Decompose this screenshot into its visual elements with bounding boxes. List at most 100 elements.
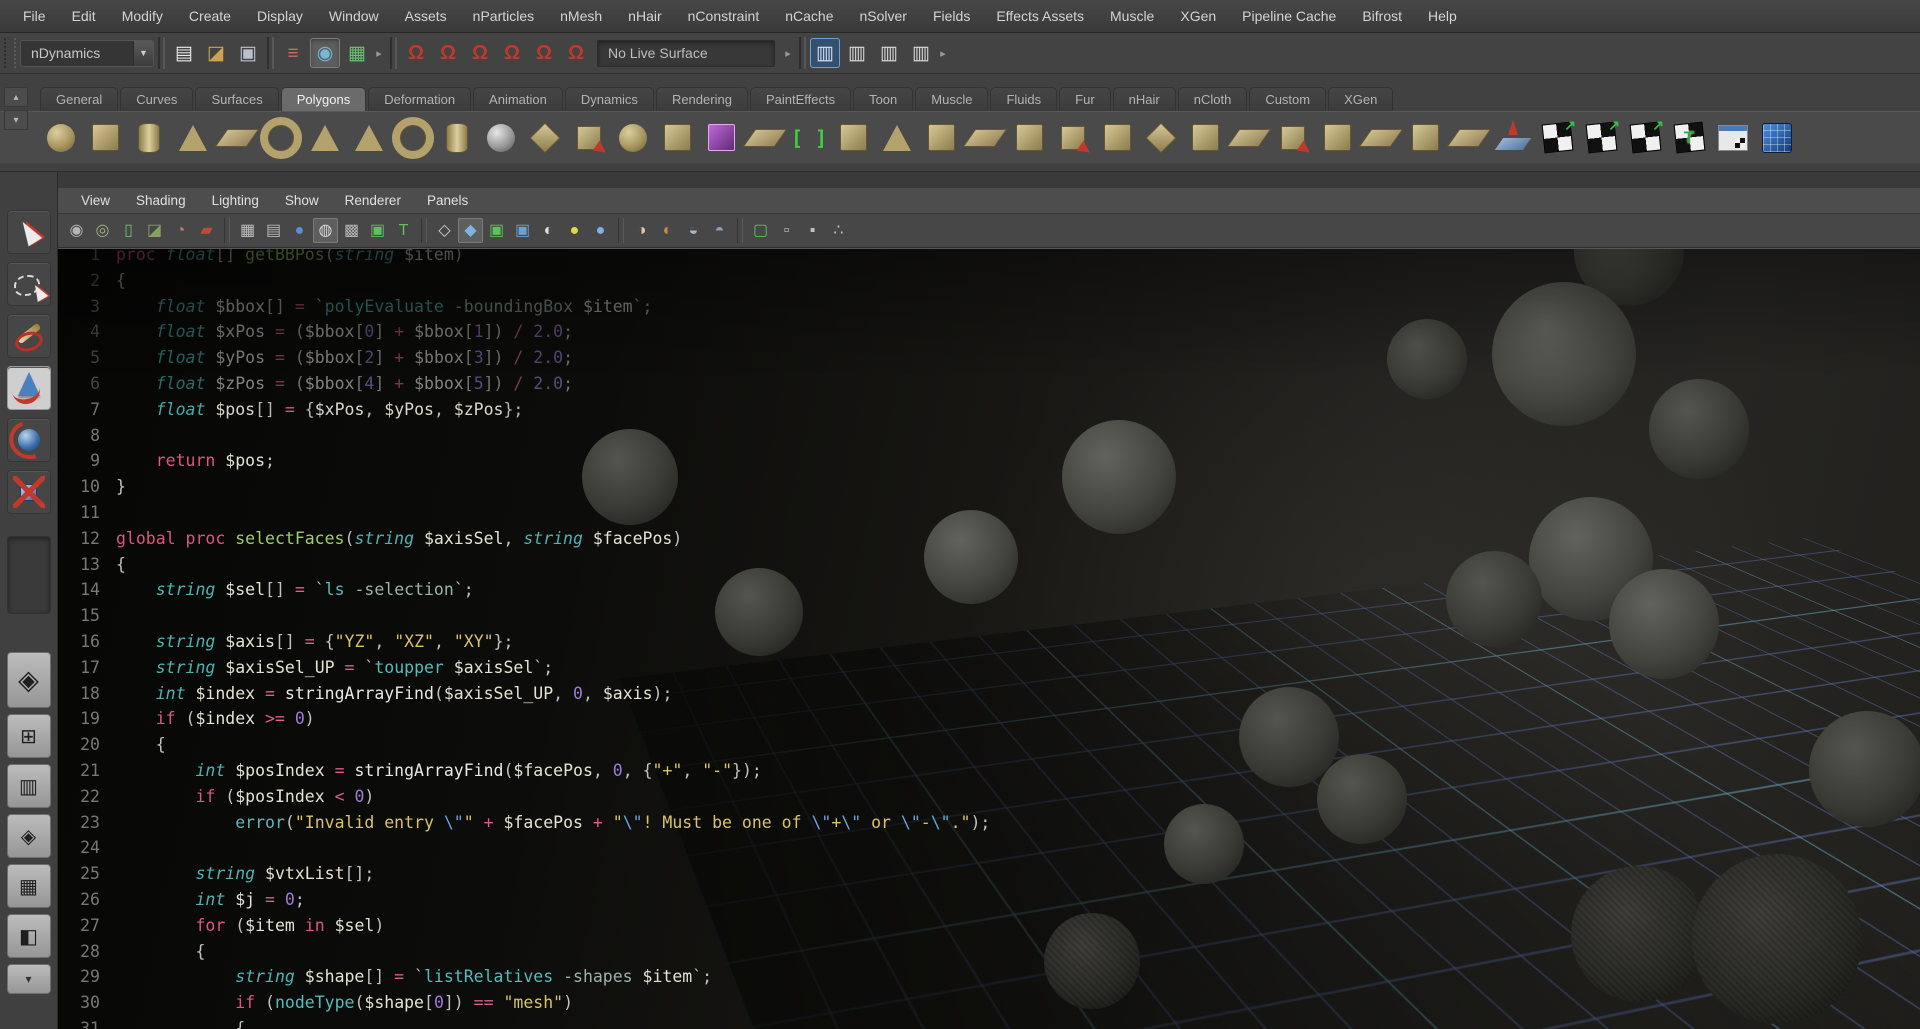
safe-action-icon[interactable]: ▣ bbox=[365, 218, 390, 243]
poly-pipe-icon[interactable] bbox=[392, 117, 434, 159]
menu-display[interactable]: Display bbox=[244, 0, 316, 32]
append-to-polygon-icon[interactable] bbox=[964, 117, 1006, 159]
gate-mask-icon[interactable]: ◍ bbox=[313, 218, 338, 243]
shadows-icon[interactable]: ◒ bbox=[681, 218, 706, 243]
expand-arrow-icon[interactable] bbox=[372, 47, 386, 60]
menu-nmesh[interactable]: nMesh bbox=[547, 0, 615, 32]
spherical-mapping-icon[interactable] bbox=[1624, 117, 1666, 159]
bookmarks-icon[interactable]: ▯ bbox=[116, 218, 141, 243]
chevron-down-icon[interactable] bbox=[133, 41, 153, 66]
panel-menu-panels[interactable]: Panels bbox=[414, 193, 481, 208]
multi-cut-icon[interactable] bbox=[788, 117, 830, 159]
menu-fields[interactable]: Fields bbox=[920, 0, 983, 32]
menu-nconstraint[interactable]: nConstraint bbox=[675, 0, 773, 32]
poly-cube-icon[interactable] bbox=[84, 117, 126, 159]
viewport[interactable]: 1proc float[] getBBPos(string $item)2{3 … bbox=[58, 248, 1920, 1029]
poly-soccer-ball-icon[interactable] bbox=[480, 117, 522, 159]
grease-pencil-icon[interactable]: ▰ bbox=[194, 218, 219, 243]
planar-mapping-icon[interactable] bbox=[1492, 117, 1534, 159]
menu-window[interactable]: Window bbox=[316, 0, 392, 32]
camera-attributes-icon[interactable]: ◎ bbox=[90, 218, 115, 243]
menu-xgen[interactable]: XGen bbox=[1167, 0, 1229, 32]
uv-snapshot-icon[interactable] bbox=[1668, 117, 1710, 159]
combine-icon[interactable] bbox=[656, 117, 698, 159]
tab-curves[interactable]: Curves bbox=[120, 87, 193, 111]
quad-draw-icon[interactable] bbox=[1096, 117, 1138, 159]
triangulate-icon[interactable] bbox=[1360, 117, 1402, 159]
bounding-box-display-icon[interactable]: ▣ bbox=[484, 218, 509, 243]
select-object-icon[interactable]: ◉ bbox=[310, 38, 340, 68]
spin-edge-icon[interactable] bbox=[1448, 117, 1490, 159]
rotate-tool[interactable] bbox=[7, 418, 51, 462]
poly-platonic-icon[interactable] bbox=[524, 117, 566, 159]
reduce-icon[interactable] bbox=[1228, 117, 1270, 159]
wedge-icon[interactable] bbox=[876, 117, 918, 159]
menu-nparticles[interactable]: nParticles bbox=[460, 0, 547, 32]
select-component-icon[interactable]: ▦ bbox=[342, 38, 372, 68]
tab-toon[interactable]: Toon bbox=[853, 87, 913, 111]
move-tool[interactable] bbox=[7, 366, 51, 410]
uv-texture-editor-icon[interactable] bbox=[1712, 117, 1754, 159]
poly-pyramid-icon[interactable] bbox=[348, 117, 390, 159]
field-chart-icon[interactable]: ▩ bbox=[339, 218, 364, 243]
tab-painteffects[interactable]: PaintEffects bbox=[750, 87, 851, 111]
isolate-select-icon[interactable]: ▢ bbox=[748, 218, 773, 243]
four-pane-layout-button[interactable]: ⊞ bbox=[7, 714, 51, 758]
snap-to-view-plane-magnet-icon[interactable]: Ω bbox=[529, 38, 559, 68]
tab-general[interactable]: General bbox=[40, 87, 118, 111]
xray-joints-icon[interactable]: ▪ bbox=[800, 218, 825, 243]
wireframe-display-icon[interactable]: ◇ bbox=[432, 218, 457, 243]
snap-to-point-magnet-icon[interactable]: Ω bbox=[465, 38, 495, 68]
tab-polygons[interactable]: Polygons bbox=[281, 87, 366, 111]
poly-plane-icon[interactable] bbox=[216, 117, 258, 159]
share-view-icon[interactable]: ∴ bbox=[826, 218, 851, 243]
film-gate-icon[interactable]: ▤ bbox=[261, 218, 286, 243]
tab-animation[interactable]: Animation bbox=[473, 87, 563, 111]
poly-sphere-icon[interactable] bbox=[40, 117, 82, 159]
new-scene-icon[interactable]: ▤ bbox=[169, 38, 199, 68]
menu-assets[interactable]: Assets bbox=[392, 0, 460, 32]
cylindrical-mapping-icon[interactable] bbox=[1580, 117, 1622, 159]
panel-menu-shading[interactable]: Shading bbox=[123, 193, 199, 208]
automatic-mapping-icon[interactable] bbox=[1536, 117, 1578, 159]
menu-nsolver[interactable]: nSolver bbox=[847, 0, 920, 32]
snap-to-curve-magnet-icon[interactable]: Ω bbox=[433, 38, 463, 68]
snap-to-projected-center-magnet-icon[interactable]: Ω bbox=[497, 38, 527, 68]
screen-space-ao-icon[interactable]: ◓ bbox=[707, 218, 732, 243]
poly-helix-icon[interactable] bbox=[436, 117, 478, 159]
menu-edit[interactable]: Edit bbox=[59, 0, 109, 32]
single-pane-layout-button[interactable]: ◈ bbox=[7, 652, 51, 708]
mirror-geometry-icon[interactable] bbox=[1052, 117, 1094, 159]
open-scene-icon[interactable]: ◪ bbox=[201, 38, 231, 68]
resolution-gate-icon[interactable]: ● bbox=[287, 218, 312, 243]
checker-material-icon[interactable]: ◐ bbox=[536, 218, 561, 243]
tab-muscle[interactable]: Muscle bbox=[915, 87, 988, 111]
smooth-mesh-preview-icon[interactable] bbox=[1316, 117, 1358, 159]
tab-fur[interactable]: Fur bbox=[1059, 87, 1111, 111]
last-tool-well[interactable] bbox=[7, 536, 51, 614]
select-tool[interactable] bbox=[7, 210, 51, 254]
select-hierarchy-icon[interactable]: ≡ bbox=[278, 38, 308, 68]
panel-menu-show[interactable]: Show bbox=[272, 193, 332, 208]
merge-vertices-icon[interactable] bbox=[1008, 117, 1050, 159]
menuset-dropdown[interactable]: nDynamics bbox=[20, 40, 154, 67]
menu-pipeline-cache[interactable]: Pipeline Cache bbox=[1229, 0, 1349, 32]
more-layouts-button[interactable]: ▾ bbox=[7, 964, 51, 994]
toolbar-grip[interactable] bbox=[4, 38, 16, 68]
persp-uv-layout-button[interactable]: ◧ bbox=[7, 914, 51, 958]
poly-cylinder-icon[interactable] bbox=[128, 117, 170, 159]
safe-title-icon[interactable]: T bbox=[391, 218, 416, 243]
tab-custom[interactable]: Custom bbox=[1249, 87, 1326, 111]
bevel-icon[interactable] bbox=[744, 117, 786, 159]
open-render-view-icon[interactable]: ▥ bbox=[810, 38, 840, 68]
separate-icon[interactable] bbox=[832, 117, 874, 159]
outliner-persp-layout-button[interactable]: ▥ bbox=[7, 764, 51, 808]
target-weld-icon[interactable] bbox=[1184, 117, 1226, 159]
extrude-icon[interactable] bbox=[568, 117, 610, 159]
tab-xgen[interactable]: XGen bbox=[1328, 87, 1393, 111]
save-scene-icon[interactable]: ▣ bbox=[233, 38, 263, 68]
flip-normals-icon[interactable] bbox=[1272, 117, 1314, 159]
xray-icon[interactable]: ▫ bbox=[774, 218, 799, 243]
poly-torus-icon[interactable] bbox=[260, 117, 302, 159]
tab-fluids[interactable]: Fluids bbox=[990, 87, 1057, 111]
